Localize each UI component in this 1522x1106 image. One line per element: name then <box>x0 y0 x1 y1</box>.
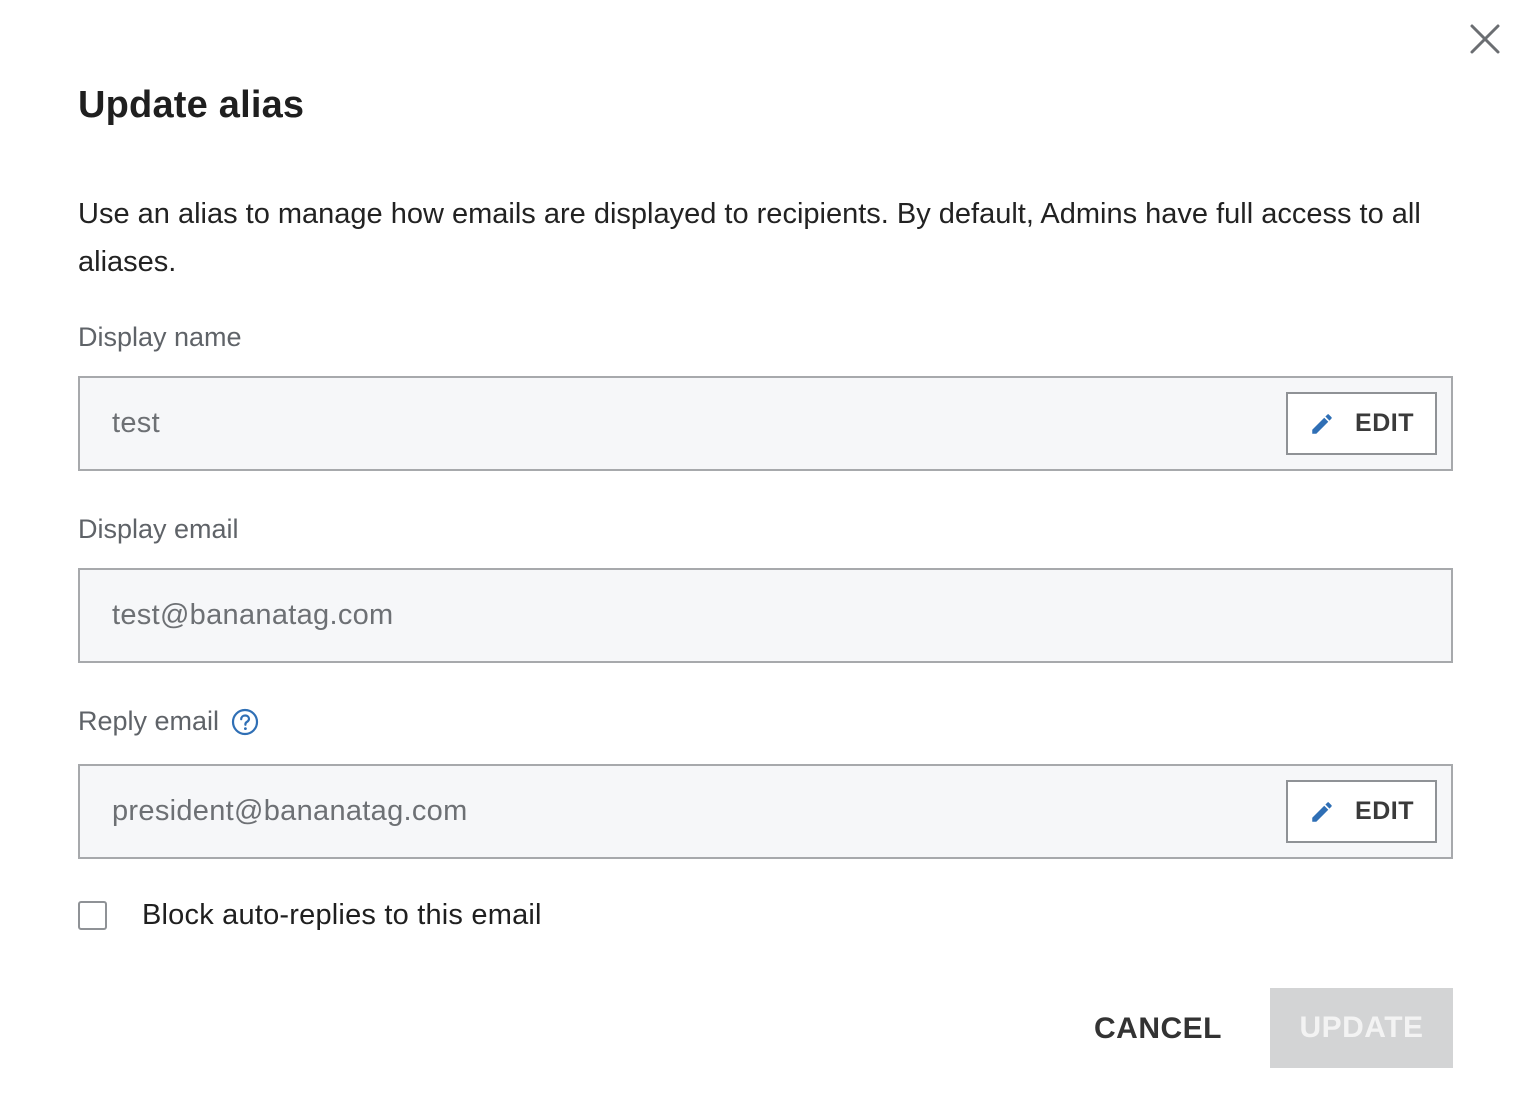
display-name-value: test <box>112 407 160 439</box>
help-icon[interactable] <box>231 708 259 736</box>
display-name-field: test EDIT <box>78 376 1453 471</box>
dialog-description: Use an alias to manage how emails are di… <box>78 198 1421 278</box>
reply-email-field: president@bananatag.com EDIT <box>78 764 1453 859</box>
dialog-title: Update alias <box>78 84 305 126</box>
edit-display-name-button[interactable]: EDIT <box>1286 392 1437 455</box>
block-auto-replies-row: Block auto-replies to this email <box>78 899 542 932</box>
display-email-label: Display email <box>78 514 239 545</box>
display-email-value: test@bananatag.com <box>112 599 394 631</box>
update-alias-dialog: Update alias Use an alias to manage how … <box>0 0 1522 1106</box>
edit-reply-email-button[interactable]: EDIT <box>1286 780 1437 843</box>
reply-email-label: Reply email <box>78 706 259 737</box>
cancel-button[interactable]: CANCEL <box>1078 990 1238 1068</box>
block-auto-replies-label[interactable]: Block auto-replies to this email <box>142 899 542 932</box>
pencil-icon <box>1309 799 1335 825</box>
display-email-field: test@bananatag.com <box>78 568 1453 663</box>
display-name-label-text: Display name <box>78 322 242 352</box>
reply-email-value: president@bananatag.com <box>112 795 468 827</box>
update-button[interactable]: UPDATE <box>1270 988 1453 1068</box>
close-icon <box>1469 23 1501 60</box>
block-auto-replies-checkbox[interactable] <box>78 901 107 930</box>
display-email-label-text: Display email <box>78 514 239 544</box>
edit-label: EDIT <box>1355 797 1414 825</box>
edit-label: EDIT <box>1355 409 1414 437</box>
close-button[interactable] <box>1464 20 1506 62</box>
reply-email-label-text: Reply email <box>78 706 220 736</box>
pencil-icon <box>1309 411 1335 437</box>
display-name-label: Display name <box>78 322 242 353</box>
